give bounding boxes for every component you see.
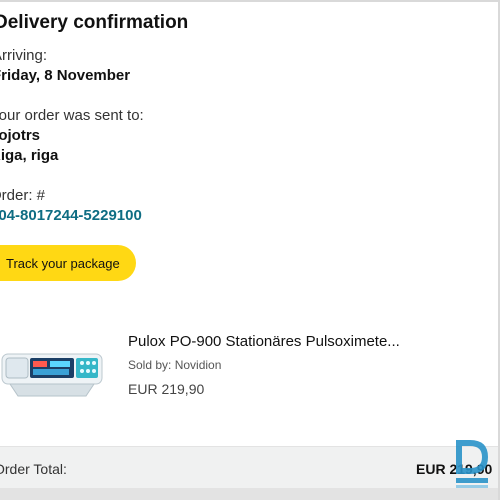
product-price: EUR 219,90: [128, 381, 205, 397]
page-title: Delivery confirmation: [0, 12, 189, 33]
order-number-link[interactable]: 304-8017244-5229100: [0, 207, 142, 224]
track-package-button[interactable]: Track your package: [0, 245, 136, 281]
letter-d-logo-icon: [456, 440, 488, 488]
recipient-name: kojotrs: [0, 127, 41, 144]
order-total-label: Order Total:: [0, 461, 67, 477]
email-body: Delivery confirmation Arriving: Friday, …: [0, 0, 500, 500]
product-seller: Sold by: Novidion: [128, 358, 222, 372]
arriving-label: Arriving:: [0, 47, 48, 64]
order-total-bar: Order Total: EUR 219,90: [0, 446, 498, 489]
track-package-label: Track your package: [6, 255, 120, 271]
order-label: Order: #: [0, 187, 46, 204]
bottom-divider: [0, 488, 498, 500]
product-name[interactable]: Pulox PO-900 Stationäres Pulsoximete...: [128, 333, 400, 350]
recipient-city: Riga, riga: [0, 147, 59, 164]
arriving-date: Friday, 8 November: [0, 67, 131, 84]
sent-to-label: Your order was sent to:: [0, 107, 144, 124]
pulse-oximeter-image[interactable]: [0, 346, 110, 402]
